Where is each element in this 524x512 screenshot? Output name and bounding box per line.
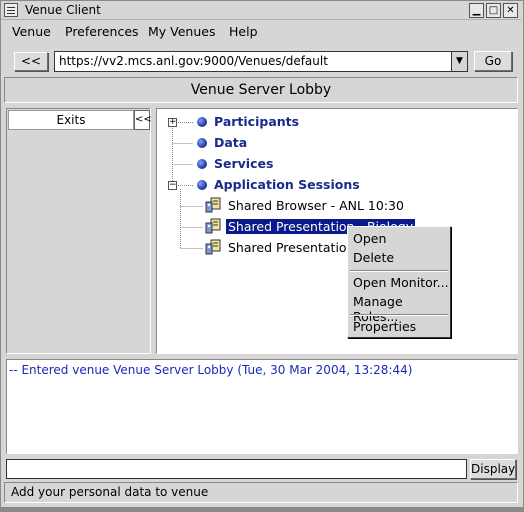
menu-help[interactable]: Help xyxy=(229,24,258,39)
event-log[interactable]: -- Entered venue Venue Server Lobby (Tue… xyxy=(6,359,518,454)
participants-icon xyxy=(197,117,207,127)
url-history-dropdown[interactable]: ▼ xyxy=(451,51,468,72)
maximize-icon[interactable]: □ xyxy=(486,3,501,18)
menu-bar: Venue Preferences My Venues Help xyxy=(1,21,521,43)
menu-separator xyxy=(350,314,448,316)
title-bar[interactable]: Venue Client ▁ □ ✕ xyxy=(1,1,521,20)
display-button[interactable]: Display xyxy=(470,459,516,479)
tree-participants[interactable]: Participants xyxy=(214,114,299,129)
menu-my-venues[interactable]: My Venues xyxy=(148,24,215,39)
log-line: -- Entered venue Venue Server Lobby (Tue… xyxy=(9,363,413,377)
shared-app-icon xyxy=(205,197,221,213)
exits-panel: Exits << xyxy=(6,108,152,354)
tree-application-sessions[interactable]: Application Sessions xyxy=(214,177,360,192)
data-icon xyxy=(197,138,207,148)
tree-data[interactable]: Data xyxy=(214,135,247,150)
venue-name-banner: Venue Server Lobby xyxy=(4,77,518,103)
app-sessions-icon xyxy=(197,180,207,190)
minimize-icon[interactable]: ▁ xyxy=(469,3,484,18)
window-menu-icon[interactable] xyxy=(4,3,18,17)
personal-data-input[interactable] xyxy=(6,459,467,479)
tree-services[interactable]: Services xyxy=(214,156,273,171)
status-bar: Add your personal data to venue xyxy=(4,482,518,503)
expand-participants-icon[interactable]: + xyxy=(168,118,177,127)
collapse-app-sessions-icon[interactable]: − xyxy=(168,181,177,190)
session-shared-browser[interactable]: Shared Browser - ANL 10:30 xyxy=(228,198,404,213)
session-context-menu: Open Delete Open Monitor... Manage Roles… xyxy=(347,226,451,338)
menu-venue[interactable]: Venue xyxy=(12,24,51,39)
window-title: Venue Client xyxy=(25,3,101,17)
close-icon[interactable]: ✕ xyxy=(503,3,518,18)
session-shared-presentation[interactable]: Shared Presentation - xyxy=(228,240,363,255)
menu-separator xyxy=(350,270,448,272)
venue-contents-tree: + Participants Data Services − Applicati… xyxy=(156,108,518,354)
back-button[interactable]: << xyxy=(14,52,48,71)
desktop-edge xyxy=(0,508,524,512)
menu-item-delete[interactable]: Delete xyxy=(353,250,394,265)
go-button[interactable]: Go xyxy=(474,51,512,71)
menu-preferences[interactable]: Preferences xyxy=(65,24,139,39)
venue-url-field[interactable]: https://vv2.mcs.anl.gov:9000/Venues/defa… xyxy=(54,51,451,72)
exits-header: Exits xyxy=(8,110,134,130)
menu-item-open[interactable]: Open xyxy=(353,231,386,246)
shared-app-icon xyxy=(205,239,221,255)
services-icon xyxy=(197,159,207,169)
menu-item-open-monitor[interactable]: Open Monitor... xyxy=(353,275,449,290)
menu-item-properties[interactable]: Properties xyxy=(353,319,416,334)
exits-collapse-button[interactable]: << xyxy=(134,110,152,130)
shared-app-icon xyxy=(205,218,221,234)
